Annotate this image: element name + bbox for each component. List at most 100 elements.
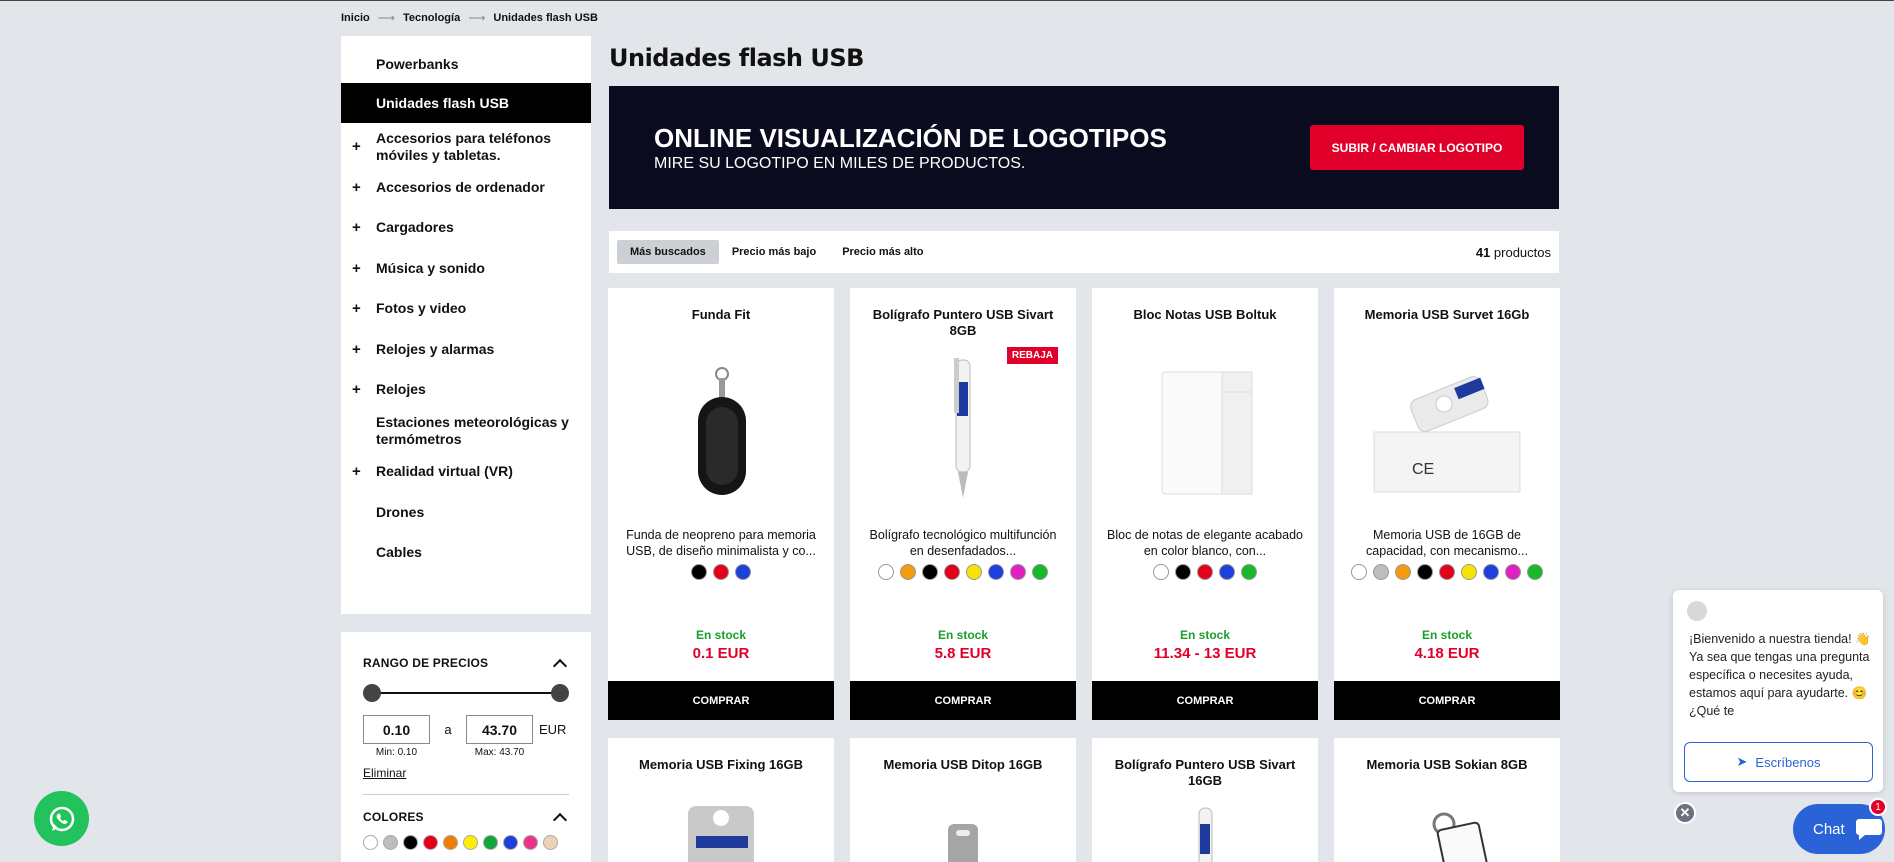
plus-icon[interactable]: + [352,341,361,358]
upload-logo-button[interactable]: SUBIR / CAMBIAR LOGOTIPO [1310,125,1524,170]
color-option-swatch[interactable] [1241,564,1257,580]
color-filter-swatch[interactable] [523,835,538,850]
plus-icon[interactable]: + [352,138,361,155]
color-option-swatch[interactable] [735,564,751,580]
color-filter-swatch[interactable] [423,835,438,850]
product-card[interactable]: Bolígrafo Puntero USB Sivart 16GB [1092,738,1318,862]
color-option-swatch[interactable] [1010,564,1026,580]
sidebar-item-fotos-video[interactable]: + Fotos y video [341,288,591,329]
color-filter-swatch[interactable] [403,835,418,850]
product-name[interactable]: Memoria USB Ditop 16GB [858,757,1068,773]
color-option-swatch[interactable] [1395,564,1411,580]
chevron-up-icon[interactable] [552,812,568,828]
color-option-swatch[interactable] [966,564,982,580]
product-card[interactable]: Bolígrafo Puntero USB Sivart 8GB REBAJA … [850,288,1076,720]
plus-icon[interactable]: + [352,219,361,236]
buy-button[interactable]: COMPRAR [608,681,834,720]
product-card[interactable]: Bloc Notas USB Boltuk Bloc de notas de e… [1092,288,1318,720]
color-option-swatch[interactable] [944,564,960,580]
color-option-swatch[interactable] [1373,564,1389,580]
product-name[interactable]: Funda Fit [616,307,826,323]
color-filter-swatch[interactable] [363,835,378,850]
price-slider[interactable] [363,681,569,705]
color-option-swatch[interactable] [691,564,707,580]
sidebar-item-cables[interactable]: Cables [341,532,591,573]
plus-icon[interactable]: + [352,381,361,398]
product-image[interactable] [1130,352,1280,502]
clear-price-link[interactable]: Eliminar [363,766,406,780]
product-card[interactable]: Memoria USB Sokian 8GB [1334,738,1560,862]
breadcrumb-item-inicio[interactable]: Inicio [341,12,370,24]
product-card[interactable]: Memoria USB Fixing 16GB [608,738,834,862]
color-option-swatch[interactable] [988,564,1004,580]
write-us-button[interactable]: ➤ Escríbenos [1684,742,1873,782]
sidebar-item-accesorios-ordenador[interactable]: + Accesorios de ordenador [341,167,591,207]
color-option-swatch[interactable] [1417,564,1433,580]
product-card[interactable]: Memoria USB Ditop 16GB [850,738,1076,862]
color-filter-swatch[interactable] [383,835,398,850]
breadcrumb-item-tecnologia[interactable]: Tecnología [403,12,460,24]
color-option-swatch[interactable] [900,564,916,580]
plus-icon[interactable]: + [352,463,361,480]
colors-header[interactable]: COLORES [363,809,569,828]
product-image[interactable] [646,352,796,502]
product-image[interactable]: CE [1372,352,1522,502]
color-filter-swatch[interactable] [503,835,518,850]
sidebar-item-unidades-flash-usb[interactable]: Unidades flash USB [341,83,591,123]
product-image[interactable] [646,802,796,862]
product-image[interactable] [888,802,1038,862]
chat-launcher-button[interactable]: Chat 1 [1793,798,1887,854]
color-option-swatch[interactable] [922,564,938,580]
product-image[interactable] [1130,802,1280,862]
sort-lowest-price[interactable]: Precio más bajo [719,240,829,264]
slider-max-handle[interactable] [551,684,569,702]
sidebar-item-drones[interactable]: Drones [341,492,591,532]
product-name[interactable]: Memoria USB Sokian 8GB [1342,757,1552,773]
product-name[interactable]: Bloc Notas USB Boltuk [1100,307,1310,323]
whatsapp-button[interactable] [34,791,89,846]
sidebar-item-powerbanks[interactable]: Powerbanks [341,46,591,83]
color-option-swatch[interactable] [1483,564,1499,580]
close-icon[interactable]: ✕ [1674,802,1696,824]
color-option-swatch[interactable] [1505,564,1521,580]
product-card[interactable]: Memoria USB Survet 16Gb CE Memoria USB d… [1334,288,1560,720]
product-card[interactable]: Funda Fit Funda de neopreno para memoria… [608,288,834,720]
price-min-input[interactable] [363,715,430,744]
color-filter-swatch[interactable] [543,835,558,850]
sidebar-item-relojes[interactable]: + Relojes [341,369,591,410]
color-option-swatch[interactable] [1175,564,1191,580]
sidebar-item-accesorios-moviles[interactable]: + Accesorios para teléfonos móviles y tab… [341,126,591,167]
color-option-swatch[interactable] [1461,564,1477,580]
color-option-swatch[interactable] [1351,564,1367,580]
buy-button[interactable]: COMPRAR [850,681,1076,720]
color-option-swatch[interactable] [1153,564,1169,580]
product-name[interactable]: Memoria USB Fixing 16GB [616,757,826,773]
sort-highest-price[interactable]: Precio más alto [829,240,936,264]
price-max-input[interactable] [466,715,533,744]
chevron-up-icon[interactable] [552,658,568,674]
color-option-swatch[interactable] [713,564,729,580]
sidebar-item-musica-sonido[interactable]: + Música y sonido [341,248,591,288]
plus-icon[interactable]: + [352,179,361,196]
color-option-swatch[interactable] [1439,564,1455,580]
sort-most-searched[interactable]: Más buscados [617,240,719,264]
sidebar-item-cargadores[interactable]: + Cargadores [341,207,591,248]
product-image[interactable] [888,352,1038,502]
product-image[interactable] [1372,802,1522,862]
slider-min-handle[interactable] [363,684,381,702]
plus-icon[interactable]: + [352,260,361,277]
color-option-swatch[interactable] [1527,564,1543,580]
price-range-header[interactable]: RANGO DE PRECIOS [363,655,569,674]
product-name[interactable]: Memoria USB Survet 16Gb [1342,307,1552,323]
sidebar-item-realidad-virtual[interactable]: + Realidad virtual (VR) [341,451,591,492]
buy-button[interactable]: COMPRAR [1092,681,1318,720]
buy-button[interactable]: COMPRAR [1334,681,1560,720]
color-option-swatch[interactable] [1197,564,1213,580]
color-option-swatch[interactable] [1032,564,1048,580]
sidebar-item-relojes-alarmas[interactable]: + Relojes y alarmas [341,329,591,369]
color-option-swatch[interactable] [878,564,894,580]
product-name[interactable]: Bolígrafo Puntero USB Sivart 16GB [1100,757,1310,789]
color-filter-swatch[interactable] [483,835,498,850]
color-option-swatch[interactable] [1219,564,1235,580]
sidebar-item-estaciones[interactable]: Estaciones meteorológicas y termómetros [341,410,591,451]
